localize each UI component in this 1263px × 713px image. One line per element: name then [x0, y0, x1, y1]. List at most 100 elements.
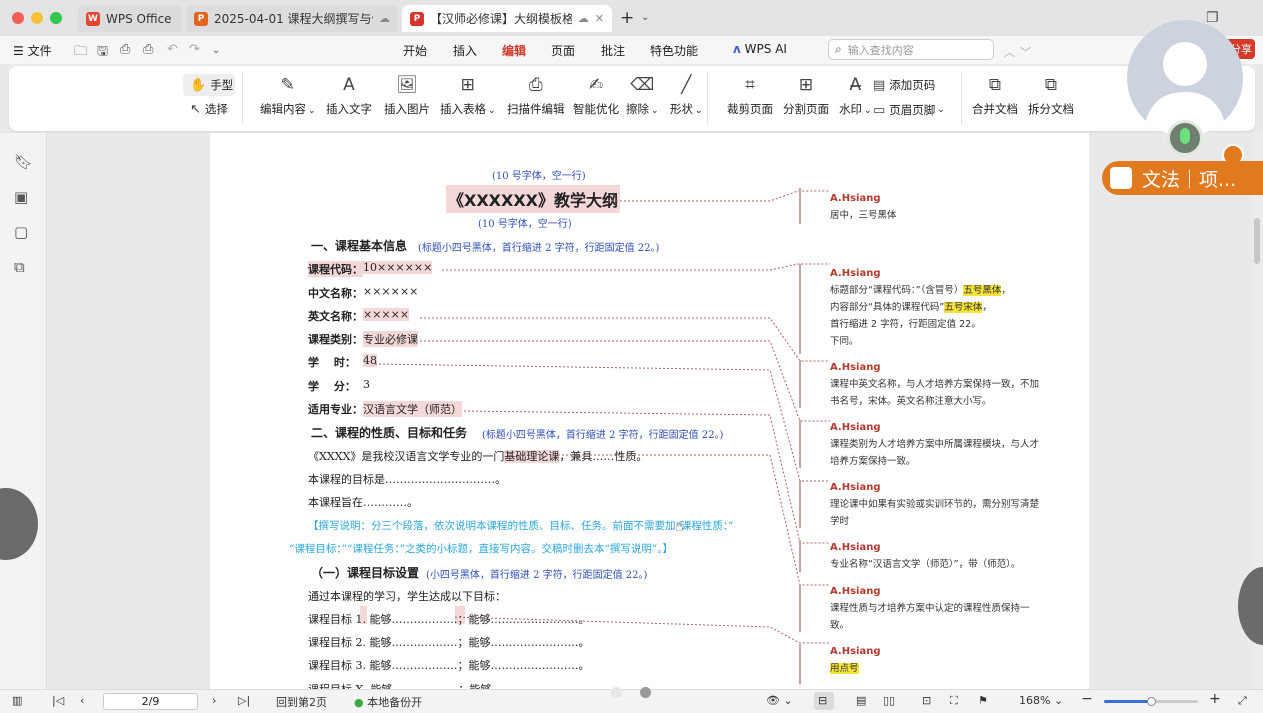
- tab-list-chevron-icon[interactable]: ⌄: [641, 12, 649, 23]
- header-footer-button[interactable]: ▭ 页眉页脚 ⌄: [873, 102, 945, 118]
- chat-session-pill[interactable]: 文法｜项...: [1102, 161, 1263, 195]
- maximize-window-button[interactable]: [50, 12, 62, 24]
- comment-card[interactable]: A.Hsiang 专业名称“汉语言文学（师范）”，带（师范）。: [830, 539, 1020, 573]
- search-icon: ⌕: [835, 42, 842, 56]
- quick-access-chevron-icon[interactable]: ⌄: [212, 45, 220, 56]
- cursor-icon: ↖: [190, 101, 201, 117]
- insert-image-button[interactable]: 🖼 插入图片: [384, 74, 430, 117]
- bookmark-view-icon[interactable]: ⚑: [978, 694, 988, 707]
- save-icon[interactable]: 🖫: [97, 42, 108, 64]
- close-window-button[interactable]: [12, 12, 24, 24]
- close-tab-icon[interactable]: ✕: [595, 12, 604, 25]
- eye-view-icon[interactable]: 👁︎ ⌄: [766, 694, 793, 707]
- slides-icon: P: [194, 11, 208, 26]
- comment-card[interactable]: A.Hsiang 用点号: [830, 643, 881, 677]
- edit-content-button[interactable]: ✎ 编辑内容 ⌄: [260, 74, 316, 117]
- menu-annotate[interactable]: 批注: [601, 42, 625, 59]
- print-preview-icon[interactable]: ⎙: [120, 42, 130, 57]
- zoom-level[interactable]: 168% ⌄: [1019, 694, 1063, 707]
- back-to-page-link[interactable]: 回到第2页: [276, 694, 327, 710]
- menu-page[interactable]: 页面: [551, 42, 575, 59]
- insert-table-button[interactable]: ⊞ 插入表格 ⌄: [440, 74, 496, 117]
- fit-page-icon[interactable]: ⛶: [950, 694, 958, 708]
- menu-special-features[interactable]: 特色功能: [650, 42, 698, 59]
- prev-page-icon[interactable]: ‹: [80, 694, 84, 707]
- bookmark-icon[interactable]: 🔖︎: [14, 153, 33, 171]
- last-page-icon[interactable]: ▷|: [238, 694, 250, 707]
- merge-doc-icon: ⧉: [988, 75, 1002, 95]
- hamburger-icon: ☰: [13, 44, 24, 58]
- ribbon-label: 插入图片: [384, 102, 430, 116]
- tab-course-outline-slides[interactable]: P 2025-04-01 课程大纲撰写与优 ☁: [186, 5, 398, 32]
- attachment-icon[interactable]: ⧉: [14, 258, 25, 276]
- select-tool-button[interactable]: ↖ 选择: [190, 101, 228, 117]
- continuous-view-icon[interactable]: ▤: [856, 694, 866, 707]
- zoom-slider-handle[interactable]: [1147, 697, 1156, 706]
- window-restore-icon[interactable]: ❐: [1206, 10, 1219, 26]
- ribbon-label-row: 扫描件编辑: [507, 101, 565, 117]
- next-page-icon[interactable]: ›: [212, 694, 216, 707]
- carousel-dot[interactable]: [611, 687, 622, 698]
- split-page-button[interactable]: ⊞ 分割页面: [783, 74, 829, 117]
- comment-card[interactable]: A.Hsiang 课程类别为人才培养方案中所属课程模块，与人才 培养方案保持一致…: [830, 419, 1039, 470]
- comment-card[interactable]: A.Hsiang 居中，三号黑体: [830, 190, 897, 224]
- header-footer-icon: ▭: [873, 102, 886, 118]
- edit-content-icon: ✎: [280, 75, 295, 95]
- split-page-icon: ⊞: [798, 75, 814, 95]
- menu-insert[interactable]: 插入: [453, 42, 477, 59]
- single-page-view-icon[interactable]: ⊟: [818, 694, 827, 707]
- print-icon[interactable]: ⎙: [143, 42, 153, 57]
- cloud-icon: ☁: [577, 12, 589, 25]
- split-doc-button[interactable]: ⧉ 拆分文档: [1028, 74, 1074, 117]
- tab-wps-office[interactable]: W WPS Office: [78, 5, 182, 32]
- undo-icon[interactable]: ↶: [167, 42, 178, 57]
- page-number-input[interactable]: 2/9: [103, 693, 198, 710]
- watermark-button[interactable]: A̶ 水印 ⌄: [839, 74, 872, 117]
- zoom-out-icon[interactable]: −: [1081, 691, 1093, 707]
- thumbnail-icon[interactable]: ▣: [14, 188, 28, 206]
- file-menu[interactable]: ☰ 文件: [13, 42, 52, 59]
- connector-line: [420, 340, 830, 422]
- search-next-icon[interactable]: ﹀: [1020, 44, 1031, 60]
- menu-start[interactable]: 开始: [403, 42, 427, 59]
- carousel-dot-active[interactable]: [640, 687, 651, 698]
- search-input[interactable]: 输入查找内容: [848, 42, 914, 58]
- cloud-icon: ☁: [379, 12, 390, 25]
- scan-edit-button[interactable]: ⎙ 扫描件编辑: [507, 74, 565, 117]
- comment-card[interactable]: A.Hsiang 课程中英文名称，与人才培养方案保持一致，不加 书名号，宋体。英…: [830, 359, 1039, 410]
- connector-line: [454, 616, 830, 644]
- ribbon-label: 智能优化: [573, 102, 619, 116]
- menu-edit[interactable]: 编辑: [502, 42, 526, 59]
- search-box[interactable]: ⌕ 输入查找内容: [828, 39, 994, 60]
- new-tab-button[interactable]: +: [620, 8, 634, 28]
- comment-icon[interactable]: ▢: [14, 223, 28, 241]
- comment-card[interactable]: A.Hsiang 标题部分“课程代码：”（含冒号）五号黑体， 内容部分“具体的课…: [830, 265, 1011, 350]
- wps-ai-button[interactable]: ʌ WPS AI: [733, 42, 787, 56]
- title-bar: W WPS Office P 2025-04-01 课程大纲撰写与优 ☁ P 【…: [0, 0, 1263, 36]
- comment-card[interactable]: A.Hsiang 课程性质与才培养方案中认定的课程性质保持一 致。: [830, 583, 1030, 634]
- open-folder-icon[interactable]: 🗀: [74, 42, 87, 64]
- tab-outline-template-pdf[interactable]: P 【汉师必修课】大纲模板格 ☁ ✕: [402, 5, 612, 32]
- first-page-icon[interactable]: |◁: [52, 694, 64, 707]
- crop-page-icon: ⌗: [745, 75, 755, 95]
- zoom-in-icon[interactable]: +: [1209, 691, 1221, 707]
- comment-card[interactable]: A.Hsiang 理论课中如果有实验或实训环节的，需分别写清楚 学时: [830, 479, 1039, 530]
- fit-width-icon[interactable]: ⊡: [922, 694, 931, 707]
- insert-text-button[interactable]: A 插入文字: [326, 74, 372, 117]
- scrollbar-thumb[interactable]: [1254, 218, 1260, 264]
- eraser-button[interactable]: ⌫ 擦除 ⌄: [626, 74, 659, 117]
- redo-icon[interactable]: ↷: [189, 42, 200, 57]
- microphone-button[interactable]: [1167, 120, 1203, 156]
- minimize-window-button[interactable]: [31, 12, 43, 24]
- shape-button[interactable]: ╱ 形状 ⌄: [670, 74, 703, 117]
- sidebar-toggle-icon[interactable]: ▥: [12, 694, 22, 707]
- smart-optimize-button[interactable]: ✍ 智能优化: [573, 74, 619, 117]
- crop-page-button[interactable]: ⌗ 裁剪页面: [727, 74, 773, 117]
- add-page-number-button[interactable]: ▤ 添加页码: [873, 77, 935, 93]
- double-page-view-icon[interactable]: ▯▯: [883, 694, 895, 707]
- local-backup-status[interactable]: ● 本地备份开: [354, 694, 422, 710]
- fullscreen-icon[interactable]: ⤢: [1238, 694, 1247, 708]
- hand-tool-button[interactable]: ✋ 手型: [190, 77, 233, 93]
- merge-doc-button[interactable]: ⧉ 合并文档: [972, 74, 1018, 117]
- search-prev-icon[interactable]: ︿: [1004, 44, 1015, 60]
